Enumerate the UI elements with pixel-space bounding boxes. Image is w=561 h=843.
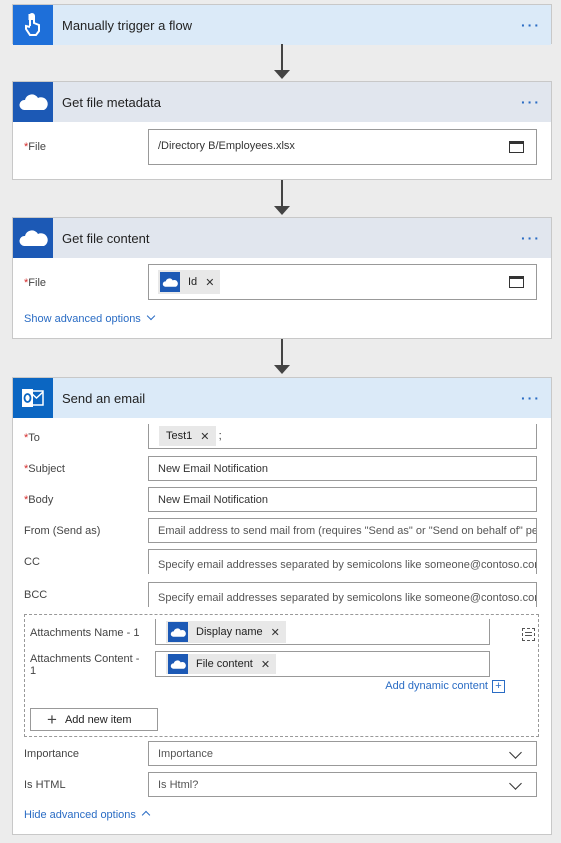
connector-arrow xyxy=(281,180,283,208)
file-path-field[interactable]: /Directory B/Employees.xlsx xyxy=(148,129,537,165)
file-content-token[interactable]: File content ✕ xyxy=(166,654,277,674)
content-header[interactable]: Get file content ··· xyxy=(13,218,551,258)
show-advanced-options-link[interactable]: Show advanced options xyxy=(24,311,156,325)
to-token-label: Test1 xyxy=(166,430,193,442)
remove-token-icon[interactable]: ✕ xyxy=(271,626,280,639)
metadata-title: Get file metadata xyxy=(62,94,161,110)
content-more-button[interactable]: ··· xyxy=(521,230,541,246)
onedrive-icon xyxy=(13,218,53,258)
body-label: *Body xyxy=(24,494,54,506)
display-name-token-label: Display name xyxy=(196,626,263,638)
chevron-up-icon xyxy=(141,810,151,820)
subject-label: *Subject xyxy=(24,463,65,475)
attachments-content-label: Attachments Content -1 xyxy=(30,653,140,677)
connector-arrow xyxy=(281,44,283,72)
from-input[interactable]: Email address to send mail from (require… xyxy=(148,518,537,543)
content-title: Get file content xyxy=(62,230,150,246)
email-more-button[interactable]: ··· xyxy=(521,390,541,406)
metadata-more-button[interactable]: ··· xyxy=(521,94,541,110)
connector-arrowhead xyxy=(274,70,290,79)
folder-icon[interactable] xyxy=(509,141,524,153)
importance-value: Importance xyxy=(158,748,214,760)
add-dynamic-content-icon[interactable]: + xyxy=(492,680,505,693)
body-input[interactable]: New Email Notification xyxy=(148,487,537,512)
file-path-value: /Directory B/Employees.xlsx xyxy=(158,140,295,152)
connector-arrowhead xyxy=(274,365,290,374)
trigger-title: Manually trigger a flow xyxy=(62,17,193,33)
file-label: *File xyxy=(24,141,47,153)
body-value: New Email Notification xyxy=(158,494,269,506)
file-content-token-label: File content xyxy=(196,658,253,670)
bcc-placeholder: Specify email addresses separated by sem… xyxy=(158,592,537,604)
send-email-card[interactable]: Send an email ··· *To Test1 ✕ ; *Subject… xyxy=(12,377,552,835)
id-token[interactable]: Id ✕ xyxy=(158,270,221,294)
metadata-header[interactable]: Get file metadata ··· xyxy=(13,82,551,122)
connector-arrowhead xyxy=(274,206,290,215)
folder-icon[interactable] xyxy=(509,276,524,288)
subject-input[interactable]: New Email Notification xyxy=(148,456,537,481)
touch-icon xyxy=(13,5,53,45)
cc-label: CC xyxy=(24,556,40,568)
to-label: *To xyxy=(24,432,40,444)
onedrive-icon xyxy=(168,654,188,674)
cc-input[interactable]: Specify email addresses separated by sem… xyxy=(148,549,537,574)
chevron-down-icon xyxy=(509,777,522,790)
bcc-label: BCC xyxy=(24,589,48,601)
file-label: *File xyxy=(24,277,47,289)
onedrive-icon xyxy=(160,272,180,292)
remove-token-icon[interactable]: ✕ xyxy=(200,430,209,443)
remove-token-icon[interactable]: ✕ xyxy=(261,658,270,671)
is-html-value: Is Html? xyxy=(158,779,199,791)
to-field[interactable]: Test1 ✕ ; xyxy=(148,424,537,449)
cc-placeholder: Specify email addresses separated by sem… xyxy=(158,559,537,571)
is-html-label: Is HTML xyxy=(24,779,66,791)
email-title: Send an email xyxy=(62,390,146,406)
add-new-item-label: Add new item xyxy=(64,713,132,726)
subject-value: New Email Notification xyxy=(158,463,269,475)
onedrive-icon xyxy=(168,622,188,642)
remove-token-icon[interactable]: ✕ xyxy=(205,276,214,289)
trigger-card[interactable]: Manually trigger a flow ··· xyxy=(12,4,552,45)
email-header[interactable]: Send an email ··· xyxy=(13,378,551,418)
bcc-input[interactable]: Specify email addresses separated by sem… xyxy=(148,582,537,607)
from-label: From (Send as) xyxy=(24,525,101,537)
outlook-icon xyxy=(13,378,53,418)
from-placeholder: Email address to send mail from (require… xyxy=(158,525,537,537)
file-token-field[interactable]: Id ✕ xyxy=(148,264,537,300)
is-html-dropdown[interactable]: Is Html? xyxy=(148,772,537,797)
delete-item-icon[interactable] xyxy=(522,628,535,641)
plus-icon: + xyxy=(47,709,57,729)
add-dynamic-content-link[interactable]: Add dynamic content xyxy=(385,680,488,692)
hide-advanced-options-link[interactable]: Hide advanced options xyxy=(24,809,151,821)
trigger-more-button[interactable]: ··· xyxy=(521,17,541,33)
trigger-header[interactable]: Manually trigger a flow ··· xyxy=(13,5,551,45)
id-token-label: Id xyxy=(188,276,198,288)
importance-dropdown[interactable]: Importance xyxy=(148,741,537,766)
chevron-down-icon xyxy=(509,746,522,759)
importance-label: Importance xyxy=(24,748,80,760)
get-file-metadata-card[interactable]: Get file metadata ··· *File /Directory B… xyxy=(12,81,552,180)
attachments-group: Attachments Name - 1 Display name ✕ Atta… xyxy=(24,614,539,737)
to-separator: ; xyxy=(218,429,222,442)
connector-arrow xyxy=(281,339,283,367)
get-file-content-card[interactable]: Get file content ··· *File Id ✕ Show adv… xyxy=(12,217,552,339)
add-new-item-button[interactable]: + Add new item xyxy=(30,708,158,731)
display-name-token[interactable]: Display name ✕ xyxy=(166,621,286,643)
onedrive-icon xyxy=(13,82,53,122)
test1-token[interactable]: Test1 ✕ xyxy=(159,426,216,446)
attachments-name-label: Attachments Name - 1 xyxy=(30,627,140,639)
attachments-content-field[interactable]: File content ✕ xyxy=(155,651,490,677)
attachments-name-field[interactable]: Display name ✕ xyxy=(155,619,490,645)
